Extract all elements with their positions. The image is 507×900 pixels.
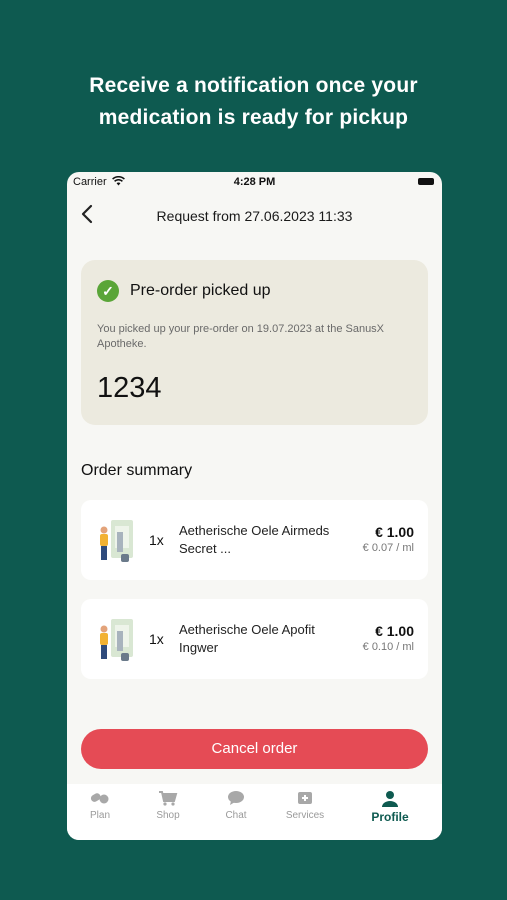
- checkmark-icon: ✓: [97, 280, 119, 302]
- status-description: You picked up your pre-order on 19.07.20…: [97, 323, 385, 350]
- order-item[interactable]: 1x Aetherische Oele Apofit Ingwer € 1.00…: [81, 599, 428, 679]
- pills-icon: [70, 790, 130, 810]
- item-unit-price: € 0.07 / ml: [362, 542, 414, 554]
- tab-shop-label: Shop: [156, 810, 180, 821]
- order-summary-heading: Order summary: [81, 462, 193, 479]
- tab-chat[interactable]: Chat: [206, 790, 266, 821]
- cart-icon: [138, 790, 198, 810]
- tab-shop[interactable]: Shop: [138, 790, 198, 821]
- tab-services-label: Services: [285, 810, 325, 821]
- item-price: € 1.00: [375, 524, 414, 540]
- tab-plan[interactable]: Plan: [70, 790, 130, 821]
- item-price: € 1.00: [375, 623, 414, 639]
- tab-chat-label: Chat: [225, 810, 247, 821]
- clock: 4:28 PM: [233, 176, 276, 188]
- status-bar: Carrier 4:28 PM: [67, 172, 442, 192]
- tab-plan-label: Plan: [89, 810, 110, 821]
- pickup-status-card: ✓ Pre-order picked up You picked up your…: [81, 260, 428, 425]
- status-title: Pre-order picked up: [130, 282, 271, 299]
- chat-bubble-icon: [206, 790, 266, 810]
- tab-bar: Plan Shop Chat Services Profile: [67, 784, 442, 840]
- headline-line-2: medication is ready for pickup: [98, 106, 409, 129]
- order-item[interactable]: 1x Aetherische Oele Airmeds Secret ... €…: [81, 500, 428, 580]
- person-icon: [360, 790, 420, 810]
- services-icon: [275, 790, 335, 810]
- product-image-icon: [100, 520, 133, 562]
- tab-profile-label: Profile: [371, 810, 409, 824]
- item-name: Aetherische Oele Airmeds Secret ...: [179, 523, 330, 556]
- battery-icon: [418, 178, 434, 185]
- phone-screen: Carrier 4:28 PM Request from 27.06.2023 …: [67, 172, 442, 840]
- product-image-icon: [100, 619, 133, 661]
- page-title: Request from 27.06.2023 11:33: [156, 208, 353, 224]
- headline-line-1: Receive a notification once your: [89, 74, 418, 97]
- item-quantity: 1x: [149, 532, 164, 548]
- item-name: Aetherische Oele Apofit Ingwer: [179, 622, 315, 655]
- nav-bar: Request from 27.06.2023 11:33: [67, 200, 442, 232]
- item-unit-price: € 0.10 / ml: [362, 641, 414, 653]
- headline: Receive a notification once your medicat…: [0, 70, 507, 134]
- pickup-code: 1234: [97, 372, 162, 404]
- tab-services[interactable]: Services: [275, 790, 335, 821]
- cancel-order-button[interactable]: Cancel order: [81, 729, 428, 769]
- tab-profile[interactable]: Profile: [360, 790, 420, 824]
- item-quantity: 1x: [149, 631, 164, 647]
